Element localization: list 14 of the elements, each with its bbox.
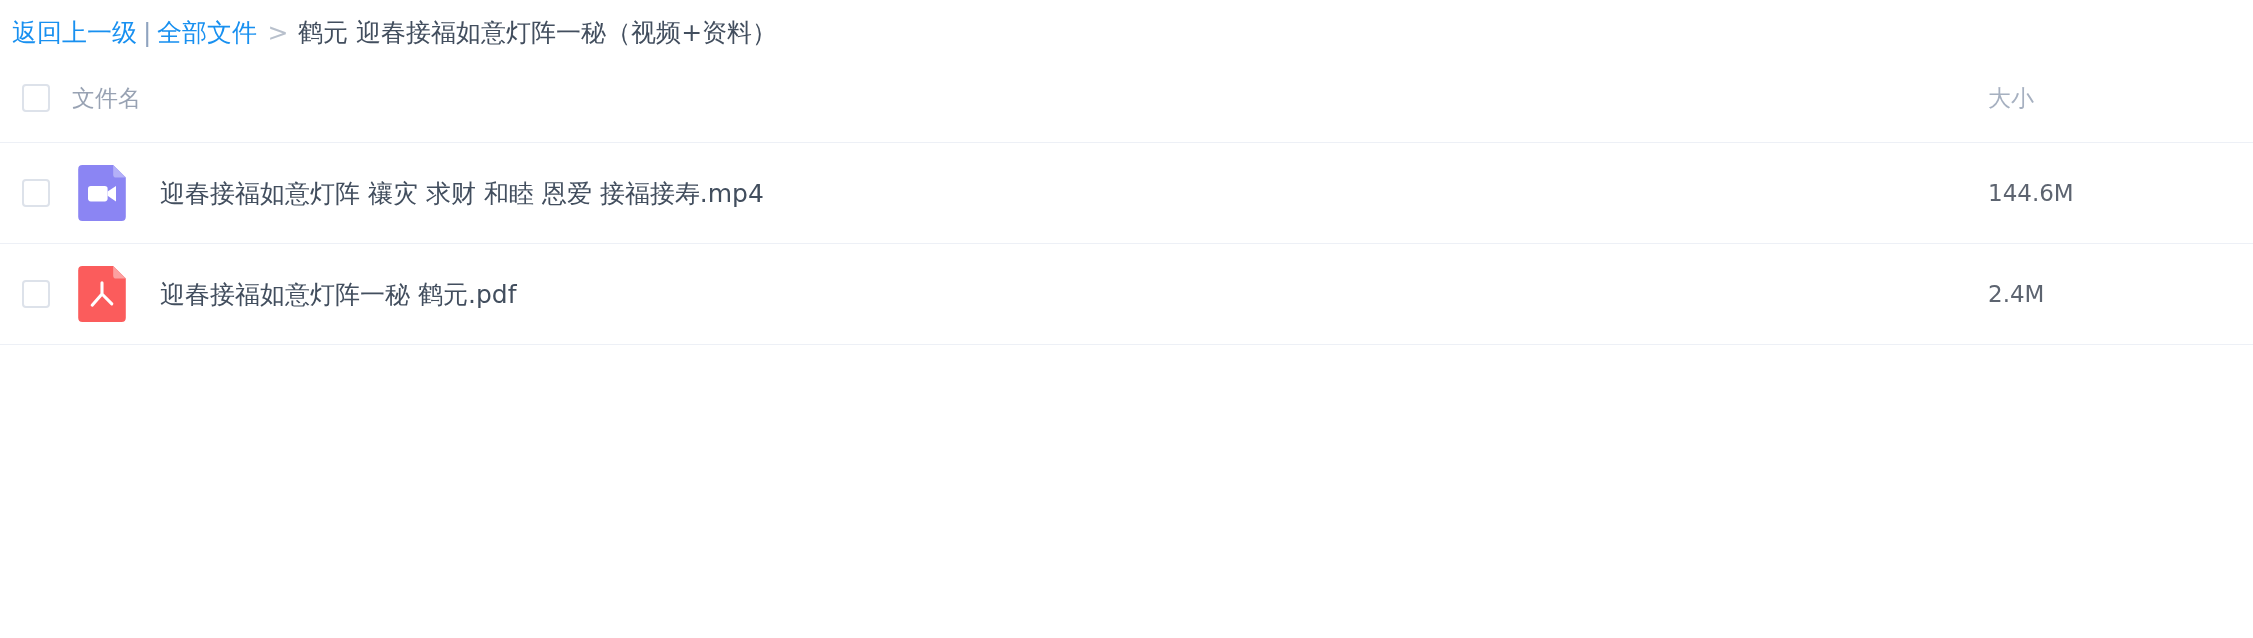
pdf-file-icon: [78, 266, 126, 322]
row-checkbox[interactable]: [22, 280, 50, 308]
current-folder: 鹤元 迎春接福如意灯阵一秘（视频+资料）: [298, 16, 778, 49]
file-size: 2.4M: [1988, 281, 2045, 307]
row-checkbox[interactable]: [22, 179, 50, 207]
separator: |: [143, 17, 152, 47]
file-size: 144.6M: [1988, 180, 2074, 206]
video-file-icon: [78, 165, 126, 221]
breadcrumb-arrow: >: [267, 17, 289, 47]
file-name[interactable]: 迎春接福如意灯阵 禳灾 求财 和睦 恩爱 接福接寿.mp4: [160, 176, 1988, 210]
select-all-checkbox[interactable]: [22, 84, 50, 112]
column-header: 文件名: [72, 83, 142, 113]
column-header: 大小: [1988, 83, 2034, 113]
file-name[interactable]: 迎春接福如意灯阵一秘 鹤元.pdf: [160, 277, 1988, 311]
